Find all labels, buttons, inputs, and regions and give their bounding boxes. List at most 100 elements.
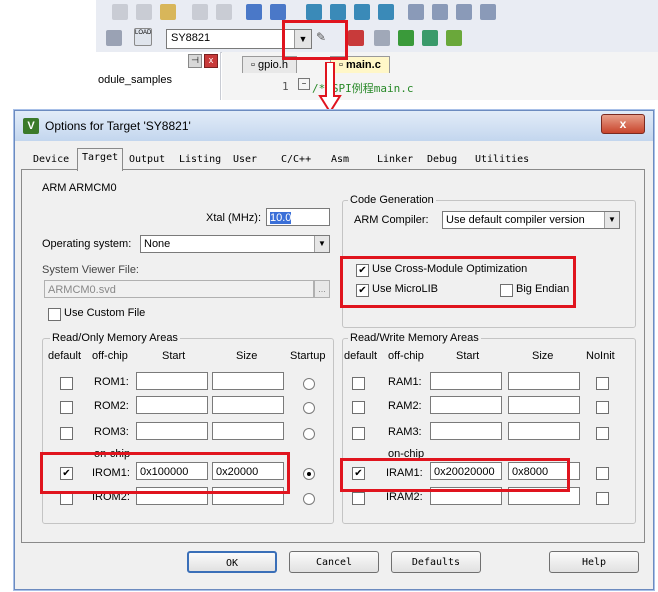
rom3-size-input[interactable] <box>212 422 284 440</box>
fold-icon[interactable]: − <box>298 78 310 90</box>
dialog-titlebar[interactable]: V Options for Target 'SY8821' x <box>15 111 653 141</box>
nav-forward-icon[interactable] <box>270 4 286 20</box>
tab-device[interactable]: Device <box>29 151 73 169</box>
rom1-default-checkbox[interactable] <box>60 377 73 390</box>
rom1-startup-radio[interactable] <box>303 378 315 390</box>
rom3-start-input[interactable] <box>136 422 208 440</box>
ram2-start-input[interactable] <box>430 396 502 414</box>
nav-back-icon[interactable] <box>246 4 262 20</box>
ram2-default-checkbox[interactable] <box>352 401 365 414</box>
close-button[interactable]: x <box>601 114 645 134</box>
help-button[interactable]: Help <box>549 551 639 573</box>
pin-icon[interactable]: ⊣ <box>188 54 202 68</box>
ram2-noinit-checkbox[interactable] <box>596 401 609 414</box>
bookmark-icon[interactable] <box>306 4 322 20</box>
rom2-startup-radio[interactable] <box>303 402 315 414</box>
ram-header-default: default <box>344 350 378 362</box>
close-icon[interactable]: x <box>204 54 218 68</box>
paste-icon[interactable] <box>160 4 176 20</box>
indent-icon[interactable] <box>408 4 424 20</box>
svd-browse-button[interactable]: ... <box>314 280 330 298</box>
copy-icon[interactable] <box>136 4 152 20</box>
tab-linker[interactable]: Linker <box>373 151 417 169</box>
load-icon[interactable]: LOAD <box>134 28 152 46</box>
ram-header-size: Size <box>532 350 554 362</box>
rom3-label: ROM3: <box>94 426 129 438</box>
rom2-size-input[interactable] <box>212 396 284 414</box>
rom1-size-input[interactable] <box>212 372 284 390</box>
select-software-packs-icon[interactable] <box>446 30 462 46</box>
ram3-noinit-checkbox[interactable] <box>596 427 609 440</box>
os-label: Operating system: <box>42 238 132 250</box>
unindent-icon[interactable] <box>432 4 448 20</box>
tab-utilities[interactable]: Utilities <box>471 151 533 169</box>
os-value: None <box>144 238 171 250</box>
rom1-start-input[interactable] <box>136 372 208 390</box>
tab-user[interactable]: User <box>229 151 261 169</box>
ram3-size-input[interactable] <box>508 422 580 440</box>
rom-header-size: Size <box>236 350 258 362</box>
code-generation-title: Code Generation <box>348 194 436 206</box>
highlight-target-options <box>282 20 348 60</box>
chevron-down-icon[interactable]: ▼ <box>314 236 329 252</box>
rom1-label: ROM1: <box>94 376 129 388</box>
rom3-startup-radio[interactable] <box>303 428 315 440</box>
rom2-default-checkbox[interactable] <box>60 401 73 414</box>
tab-target[interactable]: Target <box>77 148 124 171</box>
highlight-iram1 <box>340 458 570 492</box>
pack-installer-icon[interactable] <box>398 30 414 46</box>
ok-button[interactable]: OK <box>187 551 277 573</box>
iram2-default-checkbox[interactable] <box>352 492 365 505</box>
rom-header-start: Start <box>162 350 186 362</box>
defaults-button[interactable]: Defaults <box>391 551 481 573</box>
comment-icon[interactable] <box>456 4 472 20</box>
chevron-down-icon[interactable]: ▼ <box>604 212 619 228</box>
ram3-default-checkbox[interactable] <box>352 427 365 440</box>
tab-cc[interactable]: C/C++ <box>277 151 315 169</box>
ram2-size-input[interactable] <box>508 396 580 414</box>
redo-icon[interactable] <box>216 4 232 20</box>
cut-icon[interactable] <box>112 4 128 20</box>
rom-header-default: default <box>48 350 82 362</box>
rom3-default-checkbox[interactable] <box>60 427 73 440</box>
compiler-select[interactable]: Use default compiler version ▼ <box>442 211 620 229</box>
manage-components-icon[interactable] <box>374 30 390 46</box>
xtal-input[interactable]: 10.0 <box>266 208 330 226</box>
tab-debug[interactable]: Debug <box>423 151 461 169</box>
tab-asm[interactable]: Asm <box>327 151 353 169</box>
rom2-start-input[interactable] <box>136 396 208 414</box>
irom1-startup-radio[interactable] <box>303 468 315 480</box>
bookmark-clear-icon[interactable] <box>378 4 394 20</box>
irom2-startup-radio[interactable] <box>303 493 315 505</box>
keil-logo-icon: V <box>23 118 39 134</box>
svd-input[interactable]: ARMCM0.svd <box>44 280 314 298</box>
iram2-label: IRAM2: <box>386 491 423 503</box>
options-for-target-icon[interactable] <box>348 30 364 46</box>
tab-output[interactable]: Output <box>125 151 169 169</box>
tab-label: gpio.h <box>257 59 288 71</box>
tab-listing[interactable]: Listing <box>175 151 225 169</box>
bookmark-prev-icon[interactable] <box>330 4 346 20</box>
highlight-irom1 <box>40 452 290 494</box>
ram1-start-input[interactable] <box>430 372 502 390</box>
ram3-label: RAM3: <box>388 426 422 438</box>
iram1-noinit-checkbox[interactable] <box>596 467 609 480</box>
project-tree-item[interactable]: odule_samples <box>98 74 172 86</box>
rom-header-startup: Startup <box>290 350 326 362</box>
file-icon: ▫ <box>251 59 258 71</box>
ram1-default-checkbox[interactable] <box>352 377 365 390</box>
compiler-value: Use default compiler version <box>446 214 585 226</box>
cancel-button[interactable]: Cancel <box>289 551 379 573</box>
uncomment-icon[interactable] <box>480 4 496 20</box>
iram2-noinit-checkbox[interactable] <box>596 492 609 505</box>
ram1-size-input[interactable] <box>508 372 580 390</box>
os-select[interactable]: None ▼ <box>140 235 330 253</box>
batch-build-icon[interactable] <box>106 30 122 46</box>
use-custom-file-checkbox[interactable] <box>48 308 61 321</box>
rom2-label: ROM2: <box>94 400 129 412</box>
ram1-noinit-checkbox[interactable] <box>596 377 609 390</box>
undo-icon[interactable] <box>192 4 208 20</box>
bookmark-next-icon[interactable] <box>354 4 370 20</box>
ram3-start-input[interactable] <box>430 422 502 440</box>
runtime-env-icon[interactable] <box>422 30 438 46</box>
